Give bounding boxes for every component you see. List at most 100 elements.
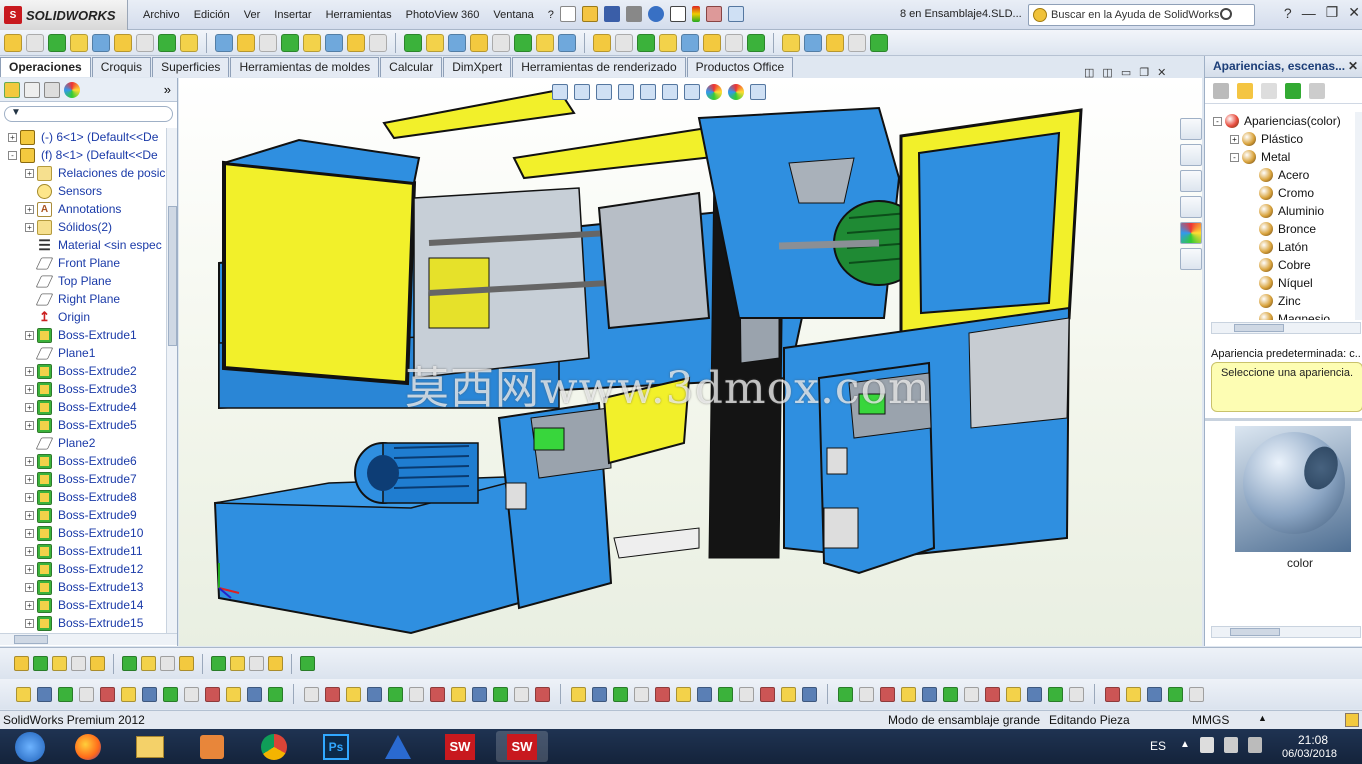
toolbar-tool-icon[interactable]: [142, 686, 157, 702]
new-document-icon[interactable]: [560, 6, 576, 22]
tree-item[interactable]: Front Plane: [0, 254, 166, 272]
refresh-icon[interactable]: [1285, 82, 1301, 99]
tree-filter-input[interactable]: ▼: [4, 106, 173, 122]
menu-item-7[interactable]: ?: [541, 9, 561, 21]
toolbar-tool-icon[interactable]: [325, 686, 340, 702]
expand-toggle-icon[interactable]: -: [1230, 152, 1239, 162]
viewport-restore-icon[interactable]: ❐: [1139, 66, 1149, 79]
tree-item[interactable]: + Boss-Extrude5: [0, 416, 166, 434]
toolbar-tool-icon[interactable]: [247, 686, 262, 702]
toolbar-tool-icon[interactable]: [655, 686, 670, 702]
select-pointer-icon[interactable]: [670, 6, 686, 22]
tab-6[interactable]: Herramientas de renderizado: [512, 57, 686, 77]
appearance-item[interactable]: Cromo: [1205, 184, 1355, 202]
tree-item[interactable]: + Boss-Extrude12: [0, 560, 166, 578]
expand-toggle-icon[interactable]: +: [25, 402, 34, 412]
expand-toggle-icon[interactable]: -: [1213, 116, 1222, 126]
appearance-item[interactable]: Bronce: [1205, 220, 1355, 238]
toolbar-tool-icon[interactable]: [964, 686, 979, 702]
toolbar-tool-icon[interactable]: [141, 656, 156, 671]
toolbar-tool-icon[interactable]: [1006, 686, 1021, 702]
scroll-thumb[interactable]: [14, 635, 48, 644]
toolbar-tool-icon[interactable]: [230, 656, 245, 671]
toolbar-tool-icon[interactable]: [535, 686, 550, 702]
toolbar-tool-icon[interactable]: [430, 686, 445, 702]
preview-hscroll[interactable]: [1211, 626, 1361, 638]
appearance-item[interactable]: - Metal: [1205, 148, 1355, 166]
toolbar-tool-icon[interactable]: [90, 656, 105, 671]
tree-item[interactable]: + Boss-Extrude4: [0, 398, 166, 416]
apply-scene-icon[interactable]: [728, 84, 744, 100]
folder-icon[interactable]: [1237, 82, 1253, 99]
feature-tree-tab-icon[interactable]: [4, 81, 20, 98]
toolbar-tool-icon[interactable]: [615, 33, 633, 52]
split-horizontal-icon[interactable]: ◫: [1084, 66, 1094, 79]
toolbar-tool-icon[interactable]: [304, 686, 319, 702]
toolbar-tool-icon[interactable]: [303, 33, 321, 52]
help-search-input[interactable]: Buscar en la Ayuda de SolidWorks: [1028, 4, 1255, 26]
toolbar-tool-icon[interactable]: [634, 686, 649, 702]
tree-item[interactable]: + Boss-Extrude2: [0, 362, 166, 380]
tree-item[interactable]: + (-) 6<1> (Default<<De: [0, 128, 166, 146]
toolbar-tool-icon[interactable]: [14, 656, 29, 671]
design-library-tab-icon[interactable]: [1180, 144, 1202, 166]
expand-toggle-icon[interactable]: +: [25, 384, 34, 394]
toolbar-tool-icon[interactable]: [259, 33, 277, 52]
toolbar-tool-icon[interactable]: [880, 686, 895, 702]
toolbar-tool-icon[interactable]: [943, 686, 958, 702]
toolbar-tool-icon[interactable]: [985, 686, 1000, 702]
expand-toggle-icon[interactable]: +: [25, 420, 34, 430]
tree-item[interactable]: ↥ Origin: [0, 308, 166, 326]
zoom-area-icon[interactable]: [574, 84, 590, 100]
tree-item[interactable]: Top Plane: [0, 272, 166, 290]
tree-item[interactable]: + A Annotations: [0, 200, 166, 218]
toolbar-tool-icon[interactable]: [347, 33, 365, 52]
toolbar-tool-icon[interactable]: [681, 33, 699, 52]
display-style-icon[interactable]: [662, 84, 678, 100]
menu-item-3[interactable]: Insertar: [267, 9, 318, 21]
tree-item[interactable]: + Boss-Extrude9: [0, 506, 166, 524]
toolbar-tool-icon[interactable]: [211, 656, 226, 671]
restore-button[interactable]: ❐: [1326, 4, 1339, 21]
toolbar-tool-icon[interactable]: [760, 686, 775, 702]
view-orientation-icon[interactable]: [640, 84, 656, 100]
appearance-item[interactable]: Acero: [1205, 166, 1355, 184]
tree-item[interactable]: + Boss-Extrude3: [0, 380, 166, 398]
zoom-to-fit-icon[interactable]: [552, 84, 568, 100]
tab-1[interactable]: Croquis: [91, 57, 152, 77]
expand-toggle-icon[interactable]: +: [25, 474, 34, 484]
toolbar-tool-icon[interactable]: [16, 686, 31, 702]
appearance-item[interactable]: - Apariencias(color): [1205, 112, 1355, 130]
toolbar-tool-icon[interactable]: [703, 33, 721, 52]
toolbar-tool-icon[interactable]: [1105, 686, 1120, 702]
appearance-tree-hscroll[interactable]: [1211, 322, 1361, 334]
file-explorer-icon[interactable]: [124, 731, 176, 762]
appearance-item[interactable]: Zinc: [1205, 292, 1355, 310]
tree-item[interactable]: ☰ Material <sin espec: [0, 236, 166, 254]
expand-toggle-icon[interactable]: +: [25, 564, 34, 574]
expand-toggle-icon[interactable]: +: [8, 132, 17, 142]
configuration-manager-tab-icon[interactable]: [44, 81, 60, 98]
toolbar-tool-icon[interactable]: [300, 656, 315, 671]
toolbar-tool-icon[interactable]: [697, 686, 712, 702]
media-player-icon[interactable]: [186, 731, 238, 762]
language-indicator[interactable]: ES: [1150, 739, 1166, 753]
expand-toggle-icon[interactable]: +: [25, 168, 34, 178]
menu-item-5[interactable]: PhotoView 360: [399, 9, 487, 21]
edit-appearance-icon[interactable]: [706, 84, 722, 100]
toolbar-tool-icon[interactable]: [4, 33, 22, 52]
expand-toggle-icon[interactable]: +: [25, 456, 34, 466]
toolbar-tool-icon[interactable]: [121, 686, 136, 702]
solidworks-resources-tab-icon[interactable]: [1180, 118, 1202, 140]
menu-item-4[interactable]: Herramientas: [319, 9, 399, 21]
viewport-minimize-icon[interactable]: ▭: [1121, 66, 1131, 79]
toolbar-tool-icon[interactable]: [79, 686, 94, 702]
search-icon[interactable]: [1220, 8, 1232, 20]
solidworks-taskbar-icon[interactable]: SW: [434, 731, 486, 762]
toolbar-tool-icon[interactable]: [249, 656, 264, 671]
tree-item[interactable]: Plane1: [0, 344, 166, 362]
expand-toggle-icon[interactable]: +: [25, 600, 34, 610]
toolbar-tool-icon[interactable]: [493, 686, 508, 702]
toolbar-tool-icon[interactable]: [369, 33, 387, 52]
appearance-item[interactable]: Aluminio: [1205, 202, 1355, 220]
